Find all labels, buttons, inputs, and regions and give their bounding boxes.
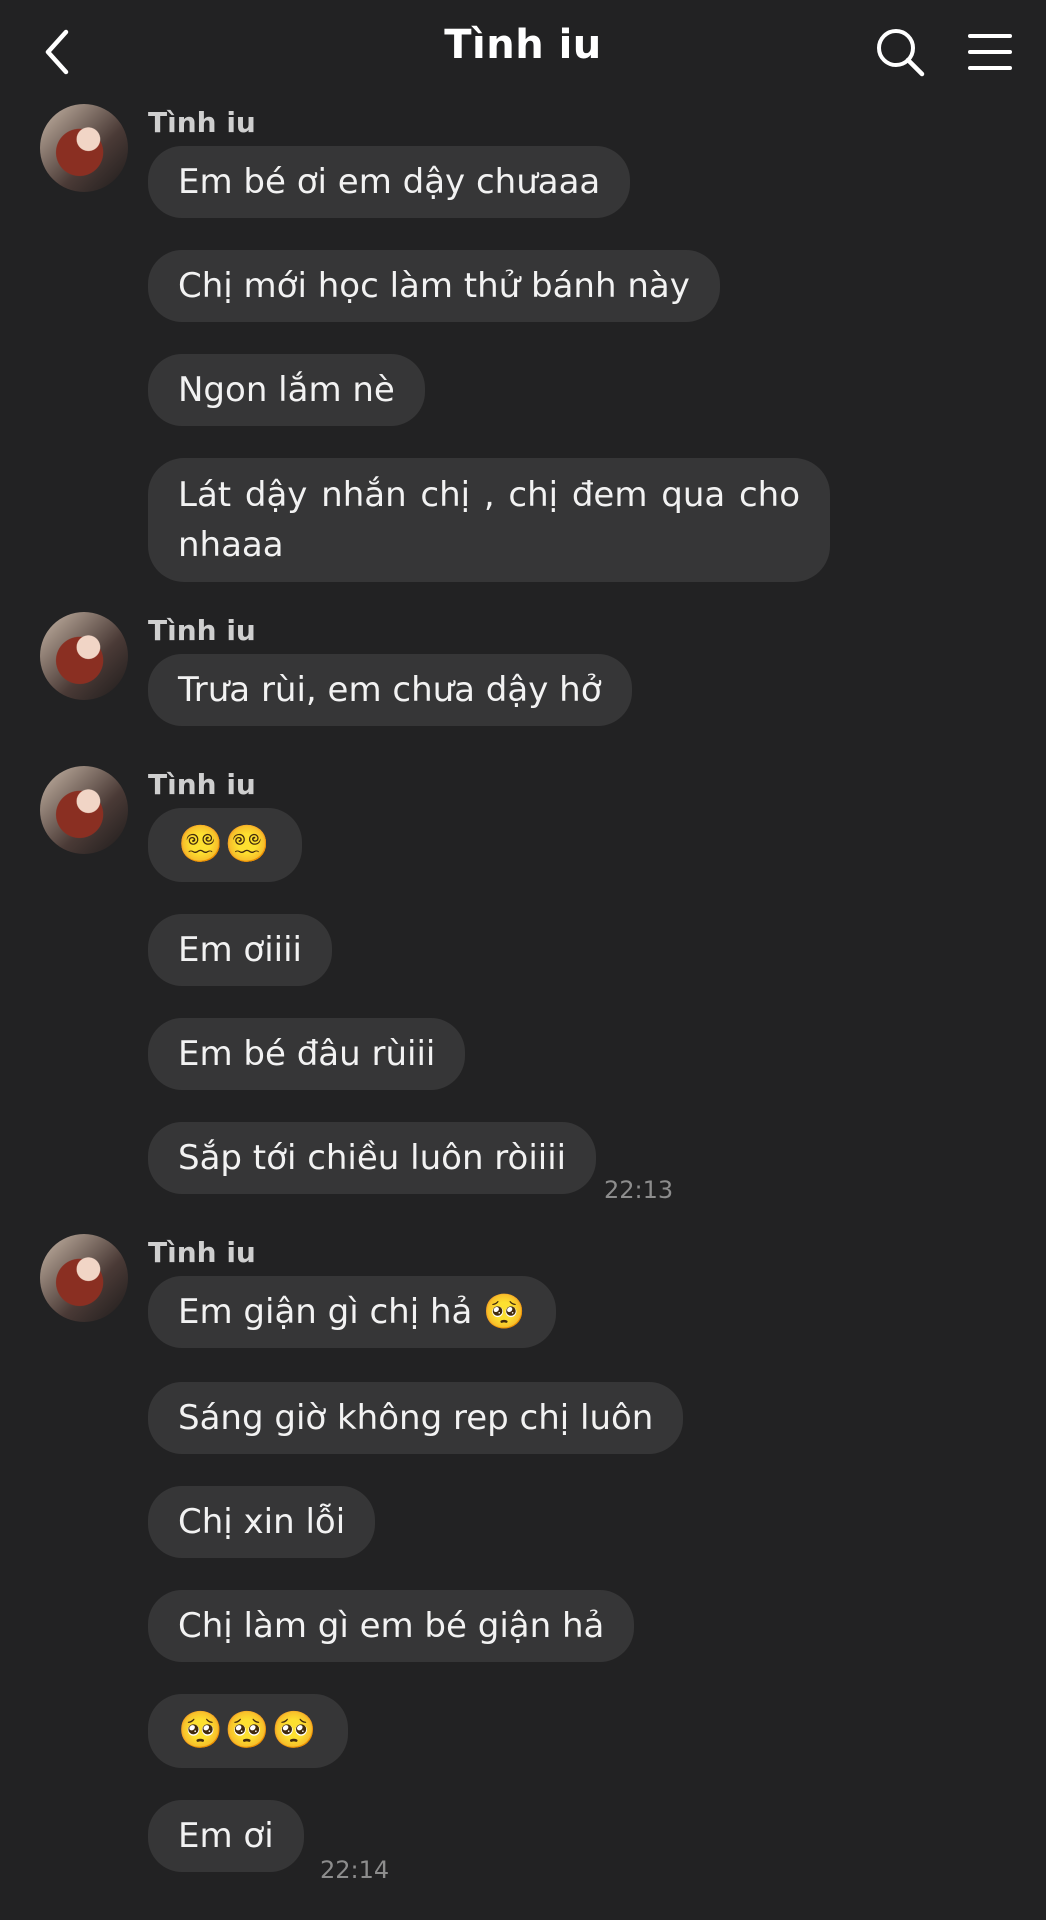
message-bubble[interactable]: Sáng giờ không rep chị luôn xyxy=(148,1382,684,1454)
avatar[interactable] xyxy=(40,1234,128,1322)
message-bubble[interactable]: Em ơiiii xyxy=(148,914,332,986)
message-bubble[interactable]: Chị xin lỗi xyxy=(148,1486,376,1558)
message-bubble[interactable]: Sắp tới chiều luôn ròiiii xyxy=(148,1122,597,1194)
sender-name: Tình iu xyxy=(148,768,256,801)
hamburger-menu-icon xyxy=(968,34,1012,70)
message-bubble[interactable]: 😵‍💫😵‍💫 xyxy=(148,808,302,882)
message-bubble[interactable]: Em giận gì chị hả 🥺 xyxy=(148,1276,556,1348)
chat-header: Tình iu xyxy=(0,0,1046,104)
avatar[interactable] xyxy=(40,612,128,700)
avatar[interactable] xyxy=(40,766,128,854)
message-bubble[interactable]: Chị mới học làm thử bánh này xyxy=(148,250,720,322)
message-bubble[interactable]: Trưa rùi, em chưa dậy hở xyxy=(148,654,632,726)
avatar[interactable] xyxy=(40,104,128,192)
sender-name: Tình iu xyxy=(148,1236,256,1269)
message-bubble[interactable]: Ngon lắm nè xyxy=(148,354,425,426)
message-bubble[interactable]: Lát dậy nhắn chị , chị đem qua cho nhaaa xyxy=(148,458,830,582)
search-icon xyxy=(877,29,925,77)
timestamp: 22:13 xyxy=(604,1176,674,1204)
sender-name: Tình iu xyxy=(148,614,256,647)
sender-name: Tình iu xyxy=(148,106,256,139)
message-bubble[interactable]: Em bé ơi em dậy chưaaa xyxy=(148,146,631,218)
message-bubble[interactable]: 🥺🥺🥺 xyxy=(148,1694,349,1768)
timestamp: 22:14 xyxy=(320,1856,390,1884)
message-bubble[interactable]: Chị làm gì em bé giận hả xyxy=(148,1590,635,1662)
menu-button[interactable] xyxy=(960,22,1020,82)
search-button[interactable] xyxy=(870,22,930,82)
message-bubble[interactable]: Em ơi xyxy=(148,1800,304,1872)
message-bubble[interactable]: Em bé đâu rùiii xyxy=(148,1018,466,1090)
